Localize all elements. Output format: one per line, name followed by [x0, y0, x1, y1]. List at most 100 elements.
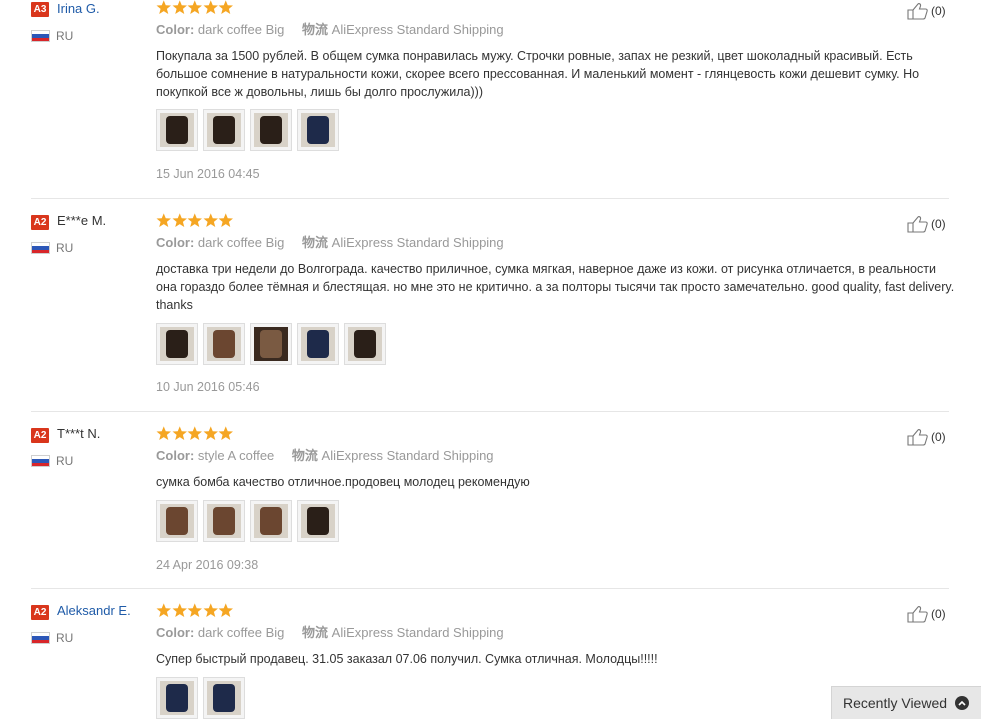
russia-flag-icon: [31, 30, 50, 42]
helpful-vote[interactable]: (0): [907, 214, 946, 234]
reviewer-name[interactable]: Irina G.: [57, 1, 100, 17]
helpful-vote[interactable]: (0): [907, 1, 946, 21]
star-rating: [156, 0, 234, 16]
review-item: A2 Aleksandr E. RU Color: dark coffee Bi…: [0, 601, 950, 719]
star-icon: [172, 603, 187, 617]
star-icon: [187, 426, 202, 440]
color-label: Color:: [156, 235, 195, 250]
reviewer-country: RU: [56, 29, 74, 43]
review-photo-thumbnail[interactable]: [297, 500, 339, 542]
star-rating: [156, 426, 234, 442]
review-divider: [31, 198, 949, 199]
buyer-level-badge: A2: [31, 605, 49, 620]
review-photo-thumbnail[interactable]: [156, 323, 198, 365]
order-info: Color: dark coffee Big 物流 AliExpress Sta…: [156, 625, 504, 641]
star-icon: [172, 0, 187, 14]
review-divider: [31, 588, 949, 589]
shipping-label: 物流: [291, 448, 318, 463]
star-icon: [203, 0, 218, 14]
shipping-value: AliExpress Standard Shipping: [331, 22, 504, 37]
shipping-label: 物流: [302, 625, 329, 640]
review-photos: [156, 323, 386, 365]
reviewer-name[interactable]: Aleksandr E.: [57, 603, 131, 619]
shipping-label: 物流: [302, 235, 329, 250]
helpful-count: (0): [931, 4, 946, 18]
russia-flag-icon: [31, 455, 50, 467]
shipping-value: AliExpress Standard Shipping: [331, 625, 504, 640]
review-text: доставка три недели до Волгограда. качес…: [156, 262, 955, 312]
russia-flag-icon: [31, 242, 50, 254]
star-icon: [172, 213, 187, 227]
buyer-level-badge: A2: [31, 215, 49, 230]
russia-flag-icon: [31, 632, 50, 644]
reviewer-name: T***t N.: [57, 426, 101, 441]
color-value: style A coffee: [197, 448, 275, 463]
review-photo-thumbnail[interactable]: [156, 109, 198, 151]
color-label: Color:: [156, 448, 195, 463]
color-value: dark coffee Big: [197, 235, 285, 250]
review-text: Супер быстрый продавец. 31.05 заказал 07…: [156, 652, 658, 666]
helpful-count: (0): [931, 607, 946, 621]
star-icon: [203, 603, 218, 617]
review-divider: [31, 411, 949, 412]
review-date: 10 Jun 2016 05:46: [156, 380, 260, 394]
review-photo-thumbnail[interactable]: [297, 109, 339, 151]
reviewer-country: RU: [56, 454, 74, 468]
color-label: Color:: [156, 625, 195, 640]
shipping-label: 物流: [302, 22, 329, 37]
review-date: 15 Jun 2016 04:45: [156, 167, 260, 181]
helpful-vote[interactable]: (0): [907, 427, 946, 447]
thumbs-up-icon[interactable]: [907, 215, 929, 233]
review-photo-thumbnail[interactable]: [203, 109, 245, 151]
star-icon: [218, 426, 233, 440]
star-icon: [218, 213, 233, 227]
recently-viewed-label: Recently Viewed: [843, 695, 948, 711]
helpful-count: (0): [931, 217, 946, 231]
color-value: dark coffee Big: [197, 625, 285, 640]
review-photo-thumbnail[interactable]: [297, 323, 339, 365]
review-photos: [156, 500, 339, 542]
star-icon: [172, 426, 187, 440]
star-rating: [156, 213, 234, 229]
color-value: dark coffee Big: [197, 22, 285, 37]
star-icon: [218, 0, 233, 14]
recently-viewed-tab[interactable]: Recently Viewed: [831, 686, 981, 719]
review-photo-thumbnail[interactable]: [250, 500, 292, 542]
review-photos: [156, 109, 339, 151]
order-info: Color: style A coffee 物流 AliExpress Stan…: [156, 448, 494, 464]
star-icon: [156, 213, 171, 227]
reviewer-country: RU: [56, 631, 74, 645]
color-label: Color:: [156, 22, 195, 37]
review-item: A2 T***t N. RU Color: style A coffee 物流 …: [0, 424, 950, 588]
star-icon: [156, 603, 171, 617]
review-photo-thumbnail[interactable]: [156, 500, 198, 542]
star-rating: [156, 603, 234, 619]
star-icon: [187, 603, 202, 617]
chevron-up-icon[interactable]: [955, 696, 970, 710]
thumbs-up-icon[interactable]: [907, 428, 929, 446]
review-photos: [156, 677, 245, 719]
review-photo-thumbnail[interactable]: [250, 323, 292, 365]
star-icon: [203, 213, 218, 227]
helpful-count: (0): [931, 430, 946, 444]
review-item: A3 Irina G. RU Color: dark coffee Big 物流…: [0, 0, 950, 198]
shipping-value: AliExpress Standard Shipping: [331, 235, 504, 250]
review-item: A2 E***e M. RU Color: dark coffee Big 物流…: [0, 211, 954, 411]
reviewer-name: E***e M.: [57, 213, 107, 228]
review-photo-thumbnail[interactable]: [203, 500, 245, 542]
buyer-level-badge: A3: [31, 2, 49, 17]
thumbs-up-icon[interactable]: [907, 2, 929, 20]
thumbs-up-icon[interactable]: [907, 605, 929, 623]
order-info: Color: dark coffee Big 物流 AliExpress Sta…: [156, 22, 504, 38]
review-photo-thumbnail[interactable]: [250, 109, 292, 151]
star-icon: [203, 426, 218, 440]
star-icon: [156, 426, 171, 440]
review-photo-thumbnail[interactable]: [203, 323, 245, 365]
review-photo-thumbnail[interactable]: [203, 677, 245, 719]
review-photo-thumbnail[interactable]: [344, 323, 386, 365]
reviewer-country: RU: [56, 241, 74, 255]
shipping-value: AliExpress Standard Shipping: [321, 448, 494, 463]
review-photo-thumbnail[interactable]: [156, 677, 198, 719]
helpful-vote[interactable]: (0): [907, 604, 946, 624]
star-icon: [156, 0, 171, 14]
